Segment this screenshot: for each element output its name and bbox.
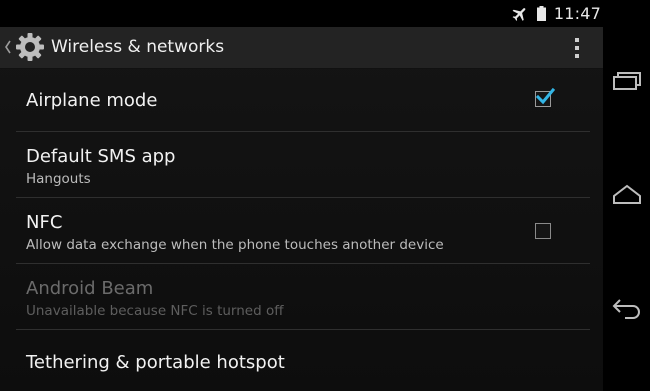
back-button[interactable] — [603, 288, 650, 328]
recent-apps-button[interactable] — [603, 61, 650, 101]
setting-subtitle: Allow data exchange when the phone touch… — [26, 237, 444, 253]
page-title: Wireless & networks — [51, 37, 225, 57]
setting-nfc[interactable]: NFC Allow data exchange when the phone t… — [0, 198, 603, 264]
overflow-menu-icon[interactable] — [569, 35, 585, 61]
checkmark-icon — [535, 87, 555, 105]
overflow-dot — [575, 54, 579, 58]
overflow-dot — [575, 46, 579, 50]
setting-tethering-hotspot[interactable]: Tethering & portable hotspot — [0, 330, 603, 391]
battery-icon — [536, 6, 546, 21]
setting-title: Airplane mode — [26, 90, 158, 111]
chevron-left-icon[interactable] — [4, 39, 12, 55]
setting-subtitle: Hangouts — [26, 171, 91, 187]
setting-airplane-mode[interactable]: Airplane mode — [0, 68, 603, 132]
setting-android-beam: Android Beam Unavailable because NFC is … — [0, 264, 603, 330]
airplane-mode-icon — [512, 7, 526, 21]
action-bar: Wireless & networks — [0, 27, 603, 69]
setting-subtitle: Unavailable because NFC is turned off — [26, 303, 284, 319]
back-icon — [612, 299, 640, 319]
home-button[interactable] — [603, 174, 650, 214]
recent-apps-icon — [612, 72, 641, 90]
setting-title: Default SMS app — [26, 146, 176, 167]
status-time: 11:47 — [553, 4, 601, 23]
home-icon — [612, 184, 641, 204]
setting-title: NFC — [26, 212, 63, 233]
setting-default-sms-app[interactable]: Default SMS app Hangouts — [0, 132, 603, 198]
status-bar: 11:47 — [0, 0, 603, 27]
navigation-bar — [603, 0, 650, 391]
settings-screen: 11:47 Wireless & networks Airplane mode … — [0, 0, 603, 391]
overflow-dot — [575, 38, 579, 42]
setting-title: Tethering & portable hotspot — [26, 352, 285, 373]
setting-title: Android Beam — [26, 278, 154, 299]
airplane-mode-checkbox[interactable] — [535, 87, 555, 107]
nfc-checkbox[interactable] — [535, 223, 551, 239]
settings-gear-icon[interactable] — [14, 31, 46, 63]
